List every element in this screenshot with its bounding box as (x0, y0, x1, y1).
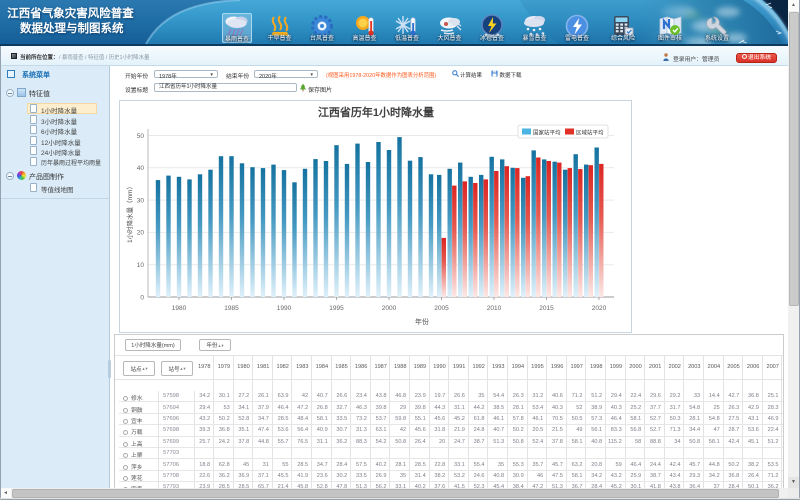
svg-text:国家站平均: 国家站平均 (533, 129, 561, 137)
svg-text:10: 10 (137, 262, 145, 269)
svg-text:1小时降水量（mm）: 1小时降水量（mm） (125, 183, 134, 243)
svg-text:1985: 1985 (224, 305, 239, 312)
svg-text:40: 40 (137, 165, 145, 172)
svg-text:0: 0 (140, 294, 144, 301)
svg-text:1995: 1995 (329, 305, 344, 312)
svg-text:年份: 年份 (415, 317, 429, 326)
svg-text:2015: 2015 (539, 305, 554, 312)
svg-text:20: 20 (137, 230, 145, 237)
svg-text:50: 50 (137, 133, 145, 140)
svg-text:区域站平均: 区域站平均 (576, 129, 604, 137)
svg-text:1990: 1990 (277, 305, 292, 312)
svg-text:2005: 2005 (434, 305, 449, 312)
svg-text:2000: 2000 (382, 305, 397, 312)
svg-text:30: 30 (137, 197, 145, 204)
svg-text:2010: 2010 (487, 305, 502, 312)
svg-text:1980: 1980 (172, 305, 187, 312)
svg-text:江西省历年1小时降水量: 江西省历年1小时降水量 (318, 105, 434, 119)
svg-text:2020: 2020 (592, 305, 607, 312)
